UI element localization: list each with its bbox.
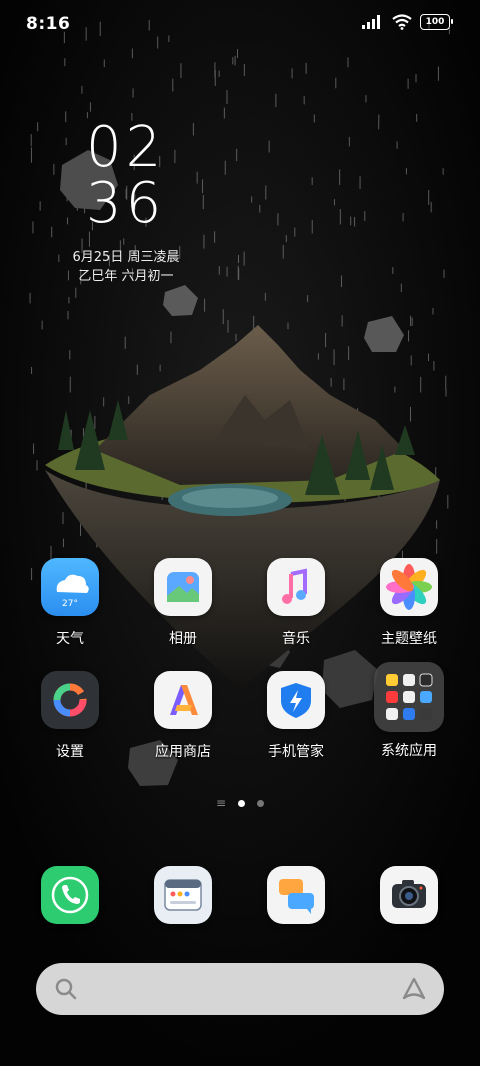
page-dot-active[interactable] xyxy=(238,799,246,807)
clock-hour: 02 xyxy=(86,115,166,180)
page-list-icon[interactable]: ≡ xyxy=(216,796,226,810)
signal-icon xyxy=(362,15,380,29)
wifi-icon xyxy=(392,14,412,30)
weather-icon: 27° xyxy=(41,558,99,616)
battery-icon: 100 xyxy=(420,14,453,30)
battery-level: 100 xyxy=(425,17,445,27)
status-bar: 8:16 100 xyxy=(0,0,480,50)
app-phone-manager[interactable]: 手机管家 xyxy=(246,671,346,761)
app-label: 主题壁纸 xyxy=(381,631,437,647)
status-icons: 100 xyxy=(362,14,453,30)
app-label: 应用商店 xyxy=(155,744,211,760)
dock-camera[interactable] xyxy=(359,866,459,924)
app-label: 音乐 xyxy=(282,631,310,647)
browser-icon xyxy=(154,866,212,924)
clock-date-line: 6月25日 周三凌晨 xyxy=(72,250,180,265)
app-label: 系统应用 xyxy=(381,743,437,759)
app-themes[interactable]: 主题壁纸 xyxy=(359,558,459,648)
camera-icon xyxy=(380,866,438,924)
app-label: 天气 xyxy=(56,631,84,647)
app-label: 相册 xyxy=(169,631,197,647)
app-music[interactable]: 音乐 xyxy=(246,558,346,648)
settings-icon xyxy=(41,671,99,729)
app-store[interactable]: 应用商店 xyxy=(133,671,233,761)
app-label: 设置 xyxy=(56,744,84,760)
page-indicator[interactable]: ≡ xyxy=(0,796,480,810)
music-icon xyxy=(267,558,325,616)
app-weather[interactable]: 27° 天气 xyxy=(20,558,120,648)
search-icon[interactable] xyxy=(54,977,78,1001)
app-store-icon xyxy=(154,671,212,729)
weather-temp: 27° xyxy=(62,599,78,609)
dock-messages[interactable] xyxy=(246,866,346,924)
page-dot[interactable] xyxy=(257,799,265,807)
app-system-folder[interactable]: 系统应用 xyxy=(359,662,459,760)
status-time: 8:16 xyxy=(26,14,71,34)
clock-widget[interactable]: 02 36 6月25日 周三凌晨 乙巳年 六月初一 xyxy=(66,120,186,286)
gallery-icon xyxy=(154,558,212,616)
dock-browser[interactable] xyxy=(133,866,233,924)
messages-icon xyxy=(267,866,325,924)
dock-phone[interactable] xyxy=(20,866,120,924)
folder-icon xyxy=(374,662,444,732)
search-bar[interactable] xyxy=(36,963,444,1015)
clock-lunar-line: 乙巳年 六月初一 xyxy=(78,269,174,284)
app-settings[interactable]: 设置 xyxy=(20,671,120,761)
phone-icon xyxy=(41,866,99,924)
assistant-icon[interactable] xyxy=(400,976,428,1002)
themes-icon xyxy=(380,558,438,616)
app-gallery[interactable]: 相册 xyxy=(133,558,233,648)
app-label: 手机管家 xyxy=(268,744,324,760)
clock-minute: 36 xyxy=(86,171,166,236)
phone-manager-icon xyxy=(267,671,325,729)
